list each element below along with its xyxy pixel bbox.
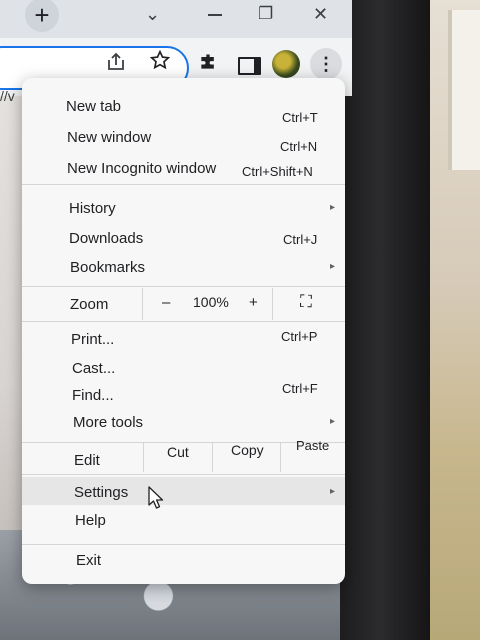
menu-item-settings[interactable]: Settings ▸ xyxy=(22,480,345,508)
restore-icon[interactable]: ❐ xyxy=(258,4,273,24)
submenu-arrow-icon: ▸ xyxy=(330,486,336,497)
browser-main-menu: New tab Ctrl+T New window Ctrl+N New Inc… xyxy=(22,78,345,584)
menu-divider xyxy=(22,321,345,322)
cut-button[interactable]: Cut xyxy=(167,444,189,460)
edit-separator xyxy=(143,442,144,472)
url-fragment: //v xyxy=(0,88,15,104)
submenu-arrow-icon: ▸ xyxy=(330,416,336,427)
zoom-level: 100% xyxy=(193,294,229,310)
mouse-pointer-icon xyxy=(148,486,164,509)
extensions-puzzle-icon[interactable] xyxy=(198,52,218,77)
share-icon[interactable] xyxy=(106,52,126,77)
plus-icon: + xyxy=(34,0,50,30)
fullscreen-icon[interactable]: ⛶ xyxy=(300,292,312,312)
menu-item-downloads[interactable]: Downloads Ctrl+J xyxy=(22,226,345,254)
edit-row: Edit Cut Copy Paste xyxy=(22,438,345,472)
zoom-in-button[interactable]: + xyxy=(249,294,258,311)
menu-divider xyxy=(22,544,345,545)
submenu-arrow-icon: ▸ xyxy=(330,202,336,213)
zoom-label: Zoom xyxy=(70,296,109,313)
menu-divider xyxy=(22,474,345,475)
menu-item-new-tab[interactable]: New tab Ctrl+T xyxy=(22,94,345,125)
menu-item-help[interactable]: Help xyxy=(22,508,345,536)
edit-separator xyxy=(280,442,281,472)
zoom-separator xyxy=(272,288,273,320)
menu-item-new-window[interactable]: New window Ctrl+N xyxy=(22,125,345,154)
monitor-bezel xyxy=(340,0,440,640)
menu-item-find[interactable]: Find... Ctrl+F xyxy=(22,381,345,411)
menu-item-print[interactable]: Print... Ctrl+P xyxy=(22,327,345,355)
menu-divider xyxy=(22,184,345,185)
chevron-down-icon[interactable]: ⌄ xyxy=(145,4,160,25)
edit-label: Edit xyxy=(74,452,100,469)
paste-button[interactable]: Paste xyxy=(296,438,329,453)
submenu-arrow-icon: ▸ xyxy=(330,261,336,272)
close-icon[interactable]: ✕ xyxy=(313,4,328,25)
bookmark-star-icon[interactable] xyxy=(149,49,171,76)
menu-item-history[interactable]: History ▸ xyxy=(22,196,345,224)
zoom-out-button[interactable]: – xyxy=(162,294,170,311)
zoom-separator xyxy=(142,288,143,320)
menu-item-more-tools[interactable]: More tools ▸ xyxy=(22,410,345,438)
menu-item-bookmarks[interactable]: Bookmarks ▸ xyxy=(22,255,345,283)
side-panel-icon[interactable] xyxy=(238,57,261,75)
tab-strip: + ⌄ ❐ ✕ xyxy=(0,0,352,38)
minimize-button[interactable] xyxy=(208,6,222,20)
new-tab-button[interactable]: + xyxy=(25,0,59,32)
menu-item-exit[interactable]: Exit xyxy=(22,548,345,576)
copy-button[interactable]: Copy xyxy=(231,442,264,458)
zoom-row: Zoom – 100% + ⛶ xyxy=(22,288,345,320)
menu-item-cast[interactable]: Cast... xyxy=(22,356,345,384)
more-vertical-icon[interactable]: ⋮ xyxy=(310,48,342,80)
menu-divider xyxy=(22,286,345,287)
room-window xyxy=(448,10,480,170)
menu-item-new-incognito-window[interactable]: New Incognito window Ctrl+Shift+N xyxy=(22,156,345,184)
profile-avatar[interactable] xyxy=(272,50,300,78)
edit-separator xyxy=(212,442,213,472)
